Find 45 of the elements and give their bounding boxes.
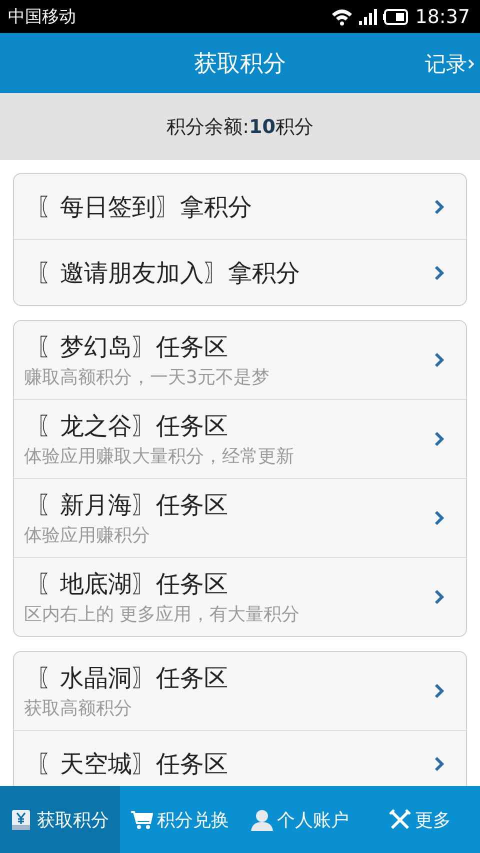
chevron-icon xyxy=(468,58,474,70)
yen-note-icon xyxy=(11,808,33,830)
item-subtitle: 体验应用赚积分 xyxy=(24,524,151,547)
records-link[interactable]: 记录 xyxy=(425,50,474,78)
chevron-icon xyxy=(434,589,444,605)
battery-icon xyxy=(383,8,410,24)
item-title: 〖天空城〗任务区 xyxy=(36,748,228,780)
chevron-icon xyxy=(434,431,444,447)
item-subtitle: 区内右上的 更多应用，有大量积分 xyxy=(24,603,300,626)
item-title: 〖梦幻岛〗任务区 xyxy=(36,332,229,363)
item-title: 〖水晶洞〗任务区 xyxy=(36,663,228,694)
carrier-name: 中国移动 xyxy=(8,6,76,28)
list-item[interactable]: 〖龙之谷〗任务区 体验应用赚取大量积分，经常更新 xyxy=(14,399,466,478)
item-title: 〖新月海〗任务区 xyxy=(36,490,228,521)
tools-icon xyxy=(389,808,411,830)
tab-item[interactable]: 获取积分 xyxy=(0,786,120,853)
list-item[interactable]: 〖每日签到〗拿积分 xyxy=(14,174,466,239)
chevron-icon xyxy=(434,198,444,214)
tab-item[interactable]: 个人账户 xyxy=(240,786,360,853)
cart-icon xyxy=(131,808,153,830)
item-title: 〖地底湖〗任务区 xyxy=(36,569,229,600)
chevron-icon xyxy=(434,264,444,280)
list-item[interactable]: 〖邀请朋友加入〗拿积分 xyxy=(14,239,466,305)
item-title: 〖邀请朋友加入〗拿积分 xyxy=(36,258,300,288)
item-title: 〖每日签到〗拿积分 xyxy=(36,192,252,222)
list-item[interactable]: 〖梦幻岛〗任务区 赚取高额积分，一天3元不是梦 xyxy=(14,321,466,399)
signal-icon xyxy=(359,8,378,24)
person-icon xyxy=(251,808,273,830)
list-item[interactable]: 〖水晶洞〗任务区 获取高额积分 xyxy=(14,652,466,730)
list-item[interactable]: 〖地底湖〗任务区 区内右上的 更多应用，有大量积分 xyxy=(14,557,466,636)
chevron-icon xyxy=(434,510,444,526)
item-subtitle: 获取高额积分 xyxy=(24,697,133,720)
chevron-icon xyxy=(434,352,444,368)
item-title: 〖龙之谷〗任务区 xyxy=(36,411,229,442)
list-item[interactable]: 〖新月海〗任务区 体验应用赚积分 xyxy=(14,478,466,557)
item-subtitle: 体验应用赚取大量积分，经常更新 xyxy=(24,445,294,468)
wifi-icon xyxy=(331,8,354,26)
chevron-icon xyxy=(434,756,444,772)
balance-text: 积分余额:10积分 xyxy=(166,114,314,140)
tab-item[interactable]: 更多 xyxy=(360,786,480,853)
item-subtitle: 赚取高额积分，一天3元不是梦 xyxy=(24,366,270,389)
clock-time: 18:37 xyxy=(415,6,470,28)
page-title: 获取积分 xyxy=(194,50,286,78)
tab-item[interactable]: 积分兑换 xyxy=(120,786,240,853)
chevron-icon xyxy=(434,683,444,699)
